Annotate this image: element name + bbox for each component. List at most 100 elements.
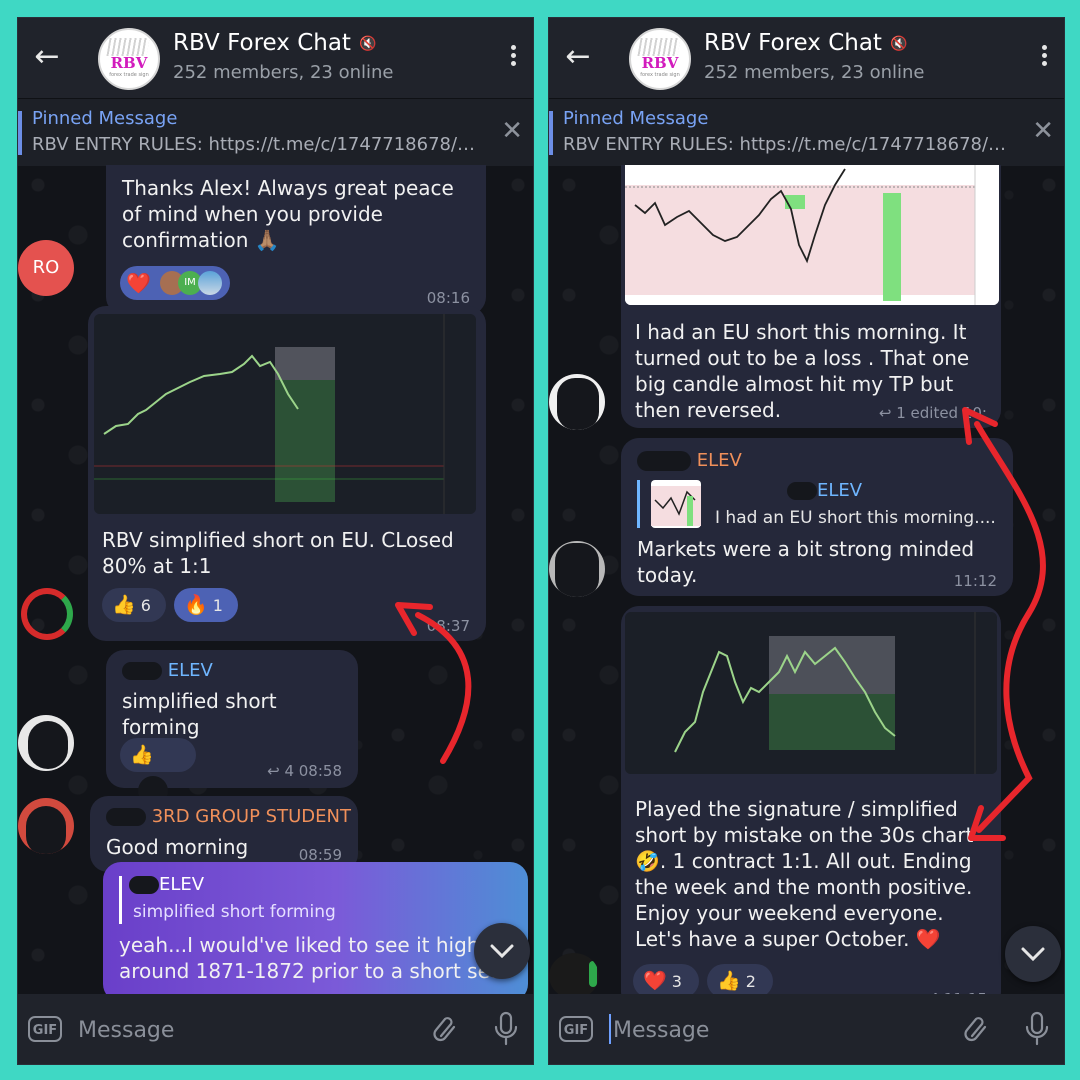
- message-input[interactable]: [76, 1010, 400, 1050]
- pinned-indicator: [549, 111, 553, 155]
- muted-icon: 🔇: [358, 35, 377, 52]
- pinned-indicator: [18, 111, 22, 155]
- chart-svg: [625, 165, 999, 305]
- reaction-count: 6: [140, 596, 151, 615]
- gif-button[interactable]: GIF: [559, 1016, 593, 1042]
- avatar[interactable]: [549, 374, 605, 430]
- message-bubble[interactable]: Played the signature / simplified short …: [621, 606, 1001, 1010]
- avatar[interactable]: RO: [18, 240, 74, 296]
- group-avatar[interactable]: RBV forex trade sign: [98, 28, 160, 90]
- chat-title-text: RBV Forex Chat: [173, 30, 351, 56]
- reply-indicator: [119, 876, 122, 924]
- left-chat-screenshot: ← RBV forex trade sign RBV Forex Chat 🔇 2…: [17, 17, 534, 1065]
- message-bubble[interactable]: ELEV ELEV I had an EU short this morning…: [621, 438, 1013, 596]
- redacted-name: [106, 808, 146, 826]
- annotation-arrow: [395, 602, 472, 764]
- chevron-down-icon: [490, 944, 514, 959]
- microphone-icon[interactable]: [493, 1011, 519, 1047]
- gif-button[interactable]: GIF: [28, 1016, 62, 1042]
- message-input-bar: GIF: [18, 994, 533, 1064]
- close-pinned-icon[interactable]: ✕: [501, 118, 523, 144]
- chart-image[interactable]: [94, 314, 476, 514]
- message-text: simplified short forming: [122, 689, 277, 739]
- reply-count: 1: [896, 404, 906, 422]
- message-bubble[interactable]: Thanks Alex! Always great peace of mind …: [106, 165, 486, 315]
- reply-sender-label: ELEV: [159, 874, 205, 895]
- sender-name: ELEV: [637, 450, 742, 471]
- avatar[interactable]: [21, 588, 73, 640]
- message-bubble[interactable]: I had an EU short this morning. It turne…: [621, 165, 1001, 428]
- chat-header: ← RBV forex trade sign RBV Forex Chat 🔇 2…: [549, 18, 1064, 98]
- message-input[interactable]: [611, 1010, 935, 1050]
- reaction-count: 2: [745, 972, 756, 991]
- reaction-thumbs-up[interactable]: 👍: [120, 738, 196, 806]
- message-meta: ↩ 4 08:58: [267, 762, 342, 780]
- paperclip-icon[interactable]: [964, 1016, 990, 1042]
- reply-sender: ELEV: [129, 874, 204, 895]
- avatar[interactable]: [549, 541, 605, 597]
- avatar[interactable]: [18, 798, 74, 854]
- close-pinned-icon[interactable]: ✕: [1032, 118, 1054, 144]
- back-arrow-icon[interactable]: ←: [30, 40, 64, 74]
- reaction-thumbs-up[interactable]: 👍 6: [102, 588, 166, 622]
- message-time: 08:58: [298, 762, 342, 780]
- chat-subtitle: 252 members, 23 online: [704, 62, 925, 83]
- chevron-down-icon: [1021, 947, 1045, 962]
- reaction-count: 3: [671, 972, 682, 991]
- chat-title-text: RBV Forex Chat: [704, 30, 882, 56]
- chart-image[interactable]: [625, 165, 999, 305]
- back-arrow-icon[interactable]: ←: [561, 40, 595, 74]
- reaction-heart[interactable]: ❤️ IM: [120, 266, 230, 300]
- message-time: 08:16: [426, 289, 470, 307]
- scroll-down-button[interactable]: [1005, 926, 1061, 982]
- pinned-text: RBV ENTRY RULES: https://t.me/c/17477186…: [32, 134, 476, 155]
- reply-indicator: [637, 480, 640, 528]
- reaction-heart[interactable]: ❤️ 3: [633, 964, 699, 998]
- redacted-name: [787, 482, 817, 500]
- heart-icon: ❤️: [126, 271, 151, 295]
- more-menu-icon[interactable]: [1034, 42, 1054, 74]
- sender-name: ELEV: [122, 660, 213, 681]
- logo-subtext: forex trade sign: [640, 72, 680, 78]
- reaction-fire[interactable]: 🔥 1: [174, 588, 238, 622]
- microphone-icon[interactable]: [1024, 1011, 1050, 1047]
- chart-svg: [94, 314, 476, 514]
- chat-title[interactable]: RBV Forex Chat 🔇: [704, 30, 907, 56]
- sender-name: 3RD GROUP STUDENT: [106, 806, 351, 827]
- annotation-arrow: [962, 407, 1046, 841]
- pinned-label: Pinned Message: [32, 108, 178, 129]
- chat-title[interactable]: RBV Forex Chat 🔇: [173, 30, 376, 56]
- redacted-name: [637, 451, 691, 471]
- chart-image[interactable]: [625, 612, 997, 774]
- logo-text: RBV: [110, 54, 148, 72]
- message-text: Markets were a bit strong minded today.: [637, 537, 975, 587]
- message-input-bar: GIF: [549, 994, 1064, 1064]
- chat-subtitle: 252 members, 23 online: [173, 62, 394, 83]
- reply-sender-label: ELEV: [817, 480, 863, 501]
- pinned-message-bar[interactable]: Pinned Message RBV ENTRY RULES: https://…: [549, 98, 1064, 166]
- redacted-name: [122, 662, 162, 680]
- message-bubble[interactable]: ELEV simplified short forming 👍 ↩ 4 08:5…: [106, 650, 358, 806]
- group-avatar[interactable]: RBV forex trade sign: [629, 28, 691, 90]
- redacted-name: [129, 876, 159, 894]
- message-bubble[interactable]: 3RD GROUP STUDENT Good morning 08:59: [90, 796, 358, 872]
- reply-count: 4: [284, 762, 294, 780]
- thumbs-up-icon: 👍: [717, 970, 741, 992]
- avatar[interactable]: [18, 715, 74, 771]
- fire-icon: 🔥: [184, 594, 208, 616]
- pinned-message-bar[interactable]: Pinned Message RBV ENTRY RULES: https://…: [18, 98, 533, 166]
- right-chat-screenshot: ← RBV forex trade sign RBV Forex Chat 🔇 2…: [548, 17, 1065, 1065]
- outgoing-message-bubble[interactable]: ELEV simplified short forming yeah...I w…: [103, 862, 528, 1002]
- reply-sender: ELEV: [787, 480, 862, 501]
- message-text: Played the signature / simplified short …: [635, 797, 974, 951]
- paperclip-icon[interactable]: [433, 1016, 459, 1042]
- avatar[interactable]: [549, 953, 599, 999]
- reaction-thumbs-up[interactable]: 👍 2: [707, 964, 773, 998]
- thumbs-up-icon: 👍: [130, 744, 154, 766]
- sender-label: ELEV: [696, 450, 742, 471]
- logo-text: RBV: [641, 54, 679, 72]
- message-bubble[interactable]: RBV simplified short on EU. CLosed 80% a…: [88, 306, 486, 641]
- more-menu-icon[interactable]: [503, 42, 523, 74]
- message-text: yeah...I would've liked to see it higher…: [119, 933, 500, 983]
- scroll-down-button[interactable]: [474, 923, 530, 979]
